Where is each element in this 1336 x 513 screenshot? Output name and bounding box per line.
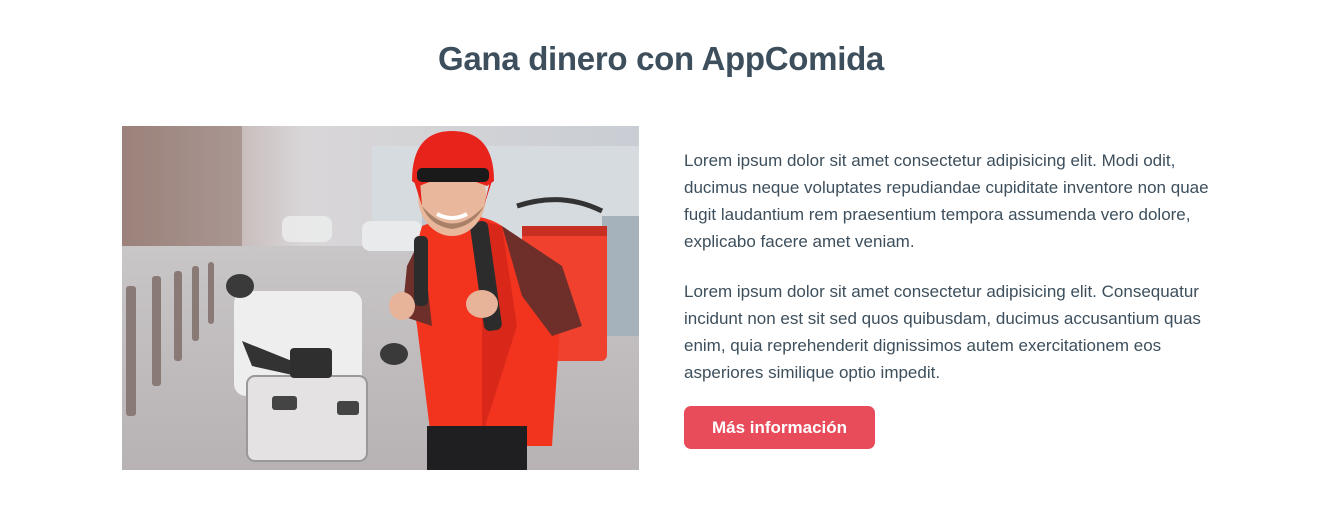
delivery-rider-photo [122,126,639,470]
content-column: Lorem ipsum dolor sit amet consectetur a… [684,147,1214,386]
section-title: Gana dinero con AppComida [438,40,884,77]
more-info-button[interactable]: Más información [684,406,875,449]
earn-money-section: Gana dinero con AppComida Lorem ipsum do… [0,0,1336,513]
description-paragraph-2: Lorem ipsum dolor sit amet consectetur a… [684,282,1201,382]
description-paragraph-1: Lorem ipsum dolor sit amet consectetur a… [684,151,1209,251]
